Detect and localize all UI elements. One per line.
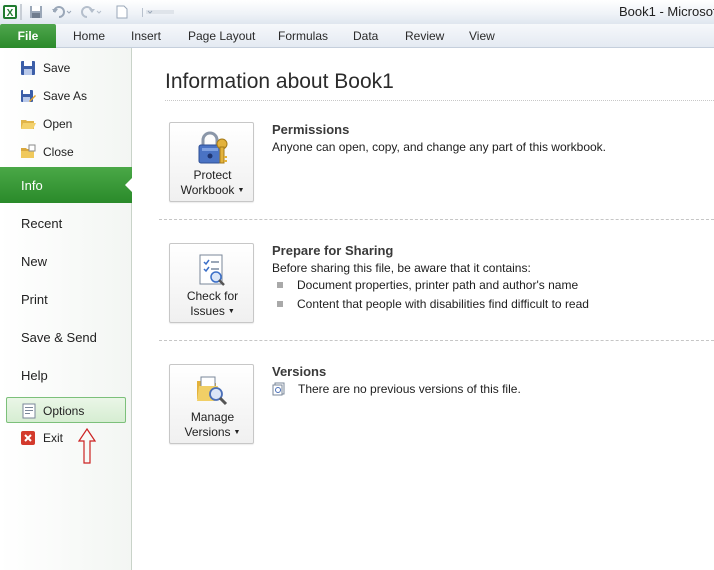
tab-file[interactable]: File bbox=[0, 24, 56, 48]
permissions-heading: Permissions bbox=[272, 122, 350, 137]
check-for-issues-line2: Issues bbox=[190, 304, 225, 318]
redo-icon[interactable] bbox=[80, 3, 104, 20]
dropdown-caret-icon: ▼ bbox=[233, 429, 241, 436]
options-label: Options bbox=[43, 404, 85, 418]
backstage-nav: Save Save As Open Close Info Recent New … bbox=[0, 48, 133, 570]
title-divider bbox=[165, 100, 714, 101]
title-bar: X Book1 - Microsof bbox=[0, 0, 714, 24]
versions-heading: Versions bbox=[272, 364, 327, 379]
checklist-icon bbox=[194, 252, 230, 288]
nav-new[interactable]: New bbox=[0, 243, 132, 279]
close-folder-icon bbox=[20, 144, 36, 160]
quick-save-icon[interactable] bbox=[28, 3, 44, 20]
svg-text:X: X bbox=[7, 8, 14, 19]
sharing-item: Document properties, printer path and au… bbox=[297, 278, 579, 292]
nav-save-and-send-label: Save & Send bbox=[21, 330, 97, 345]
versions-section: Manage Versions ▼ Versions There are no p… bbox=[159, 362, 714, 462]
check-for-issues-line1: Check for bbox=[186, 289, 239, 303]
prepare-for-sharing-section: Check for Issues ▼ Prepare for Sharing Be… bbox=[159, 241, 714, 341]
page-title: Information about Book1 bbox=[165, 70, 394, 93]
save-as-label: Save As bbox=[43, 89, 88, 103]
nav-help[interactable]: Help bbox=[0, 357, 132, 393]
dropdown-caret-icon: ▼ bbox=[227, 308, 235, 315]
save-as-icon bbox=[20, 88, 36, 104]
quick-access-divider bbox=[20, 4, 22, 20]
options-icon bbox=[21, 403, 37, 419]
tab-view[interactable]: View bbox=[469, 29, 495, 43]
manage-versions-line2: Versions bbox=[184, 425, 231, 439]
nav-print[interactable]: Print bbox=[0, 281, 132, 317]
tab-page-layout[interactable]: Page Layout bbox=[188, 29, 255, 43]
save-label: Save bbox=[43, 61, 71, 75]
nav-help-label: Help bbox=[21, 368, 48, 383]
check-for-issues-button[interactable]: Check for Issues ▼ bbox=[169, 243, 254, 323]
excel-app-icon[interactable]: X bbox=[2, 3, 18, 20]
dropdown-caret-icon: ▼ bbox=[237, 187, 245, 194]
nav-print-label: Print bbox=[21, 292, 48, 307]
lock-key-icon bbox=[194, 131, 230, 167]
document-versions-icon bbox=[272, 382, 286, 396]
tab-home[interactable]: Home bbox=[73, 29, 105, 43]
permissions-section: Protect Workbook ▼ Permissions Anyone can… bbox=[159, 120, 714, 220]
open-label: Open bbox=[43, 117, 73, 131]
close-command[interactable]: Close bbox=[0, 139, 132, 165]
tab-review[interactable]: Review bbox=[405, 29, 444, 43]
protect-workbook-line2: Workbook bbox=[180, 183, 235, 197]
versions-description: There are no previous versions of this f… bbox=[298, 382, 521, 396]
exit-label: Exit bbox=[43, 431, 64, 445]
tab-insert[interactable]: Insert bbox=[131, 29, 161, 43]
nav-recent[interactable]: Recent bbox=[0, 205, 132, 241]
nav-recent-label: Recent bbox=[21, 216, 63, 231]
save-as-command[interactable]: Save As bbox=[0, 83, 132, 109]
permissions-description: Anyone can open, copy, and change any pa… bbox=[272, 140, 606, 154]
selected-pointer bbox=[125, 177, 133, 193]
nav-info[interactable]: Info bbox=[0, 167, 133, 203]
info-pane: Information about Book1 Protect Workbook… bbox=[133, 48, 714, 570]
manage-versions-button[interactable]: Manage Versions ▼ bbox=[169, 364, 254, 444]
customize-quick-access-icon[interactable] bbox=[138, 3, 178, 20]
exit-icon bbox=[20, 430, 36, 446]
protect-workbook-line1: Protect bbox=[193, 168, 232, 182]
save-command[interactable]: Save bbox=[0, 55, 132, 81]
protect-workbook-button[interactable]: Protect Workbook ▼ bbox=[169, 122, 254, 202]
nav-info-label: Info bbox=[21, 178, 43, 193]
window-title: Book1 - Microsof bbox=[619, 4, 714, 19]
prepare-for-sharing-description: Before sharing this file, be aware that … bbox=[272, 261, 531, 275]
versions-search-icon bbox=[194, 373, 230, 409]
annotation-up-arrow-icon bbox=[78, 428, 96, 464]
nav-new-label: New bbox=[21, 254, 48, 269]
bullet-icon bbox=[277, 301, 283, 307]
new-document-icon[interactable] bbox=[114, 3, 130, 20]
open-command[interactable]: Open bbox=[0, 111, 132, 137]
tab-formulas[interactable]: Formulas bbox=[278, 29, 328, 43]
open-folder-icon bbox=[20, 116, 36, 132]
save-icon bbox=[20, 60, 36, 76]
prepare-for-sharing-heading: Prepare for Sharing bbox=[272, 243, 394, 258]
bullet-icon bbox=[277, 282, 283, 288]
ribbon-tab-bar: File Home Insert Page Layout Formulas Da… bbox=[0, 24, 714, 48]
manage-versions-line1: Manage bbox=[190, 410, 235, 424]
undo-icon[interactable] bbox=[50, 3, 74, 20]
section-divider bbox=[159, 219, 714, 220]
sharing-item: Content that people with disabilities fi… bbox=[297, 297, 589, 311]
tab-data[interactable]: Data bbox=[353, 29, 378, 43]
section-divider bbox=[159, 340, 714, 341]
nav-save-and-send[interactable]: Save & Send bbox=[0, 319, 132, 355]
close-label: Close bbox=[43, 145, 74, 159]
options-command[interactable]: Options bbox=[6, 397, 126, 423]
exit-command[interactable]: Exit bbox=[0, 425, 132, 451]
